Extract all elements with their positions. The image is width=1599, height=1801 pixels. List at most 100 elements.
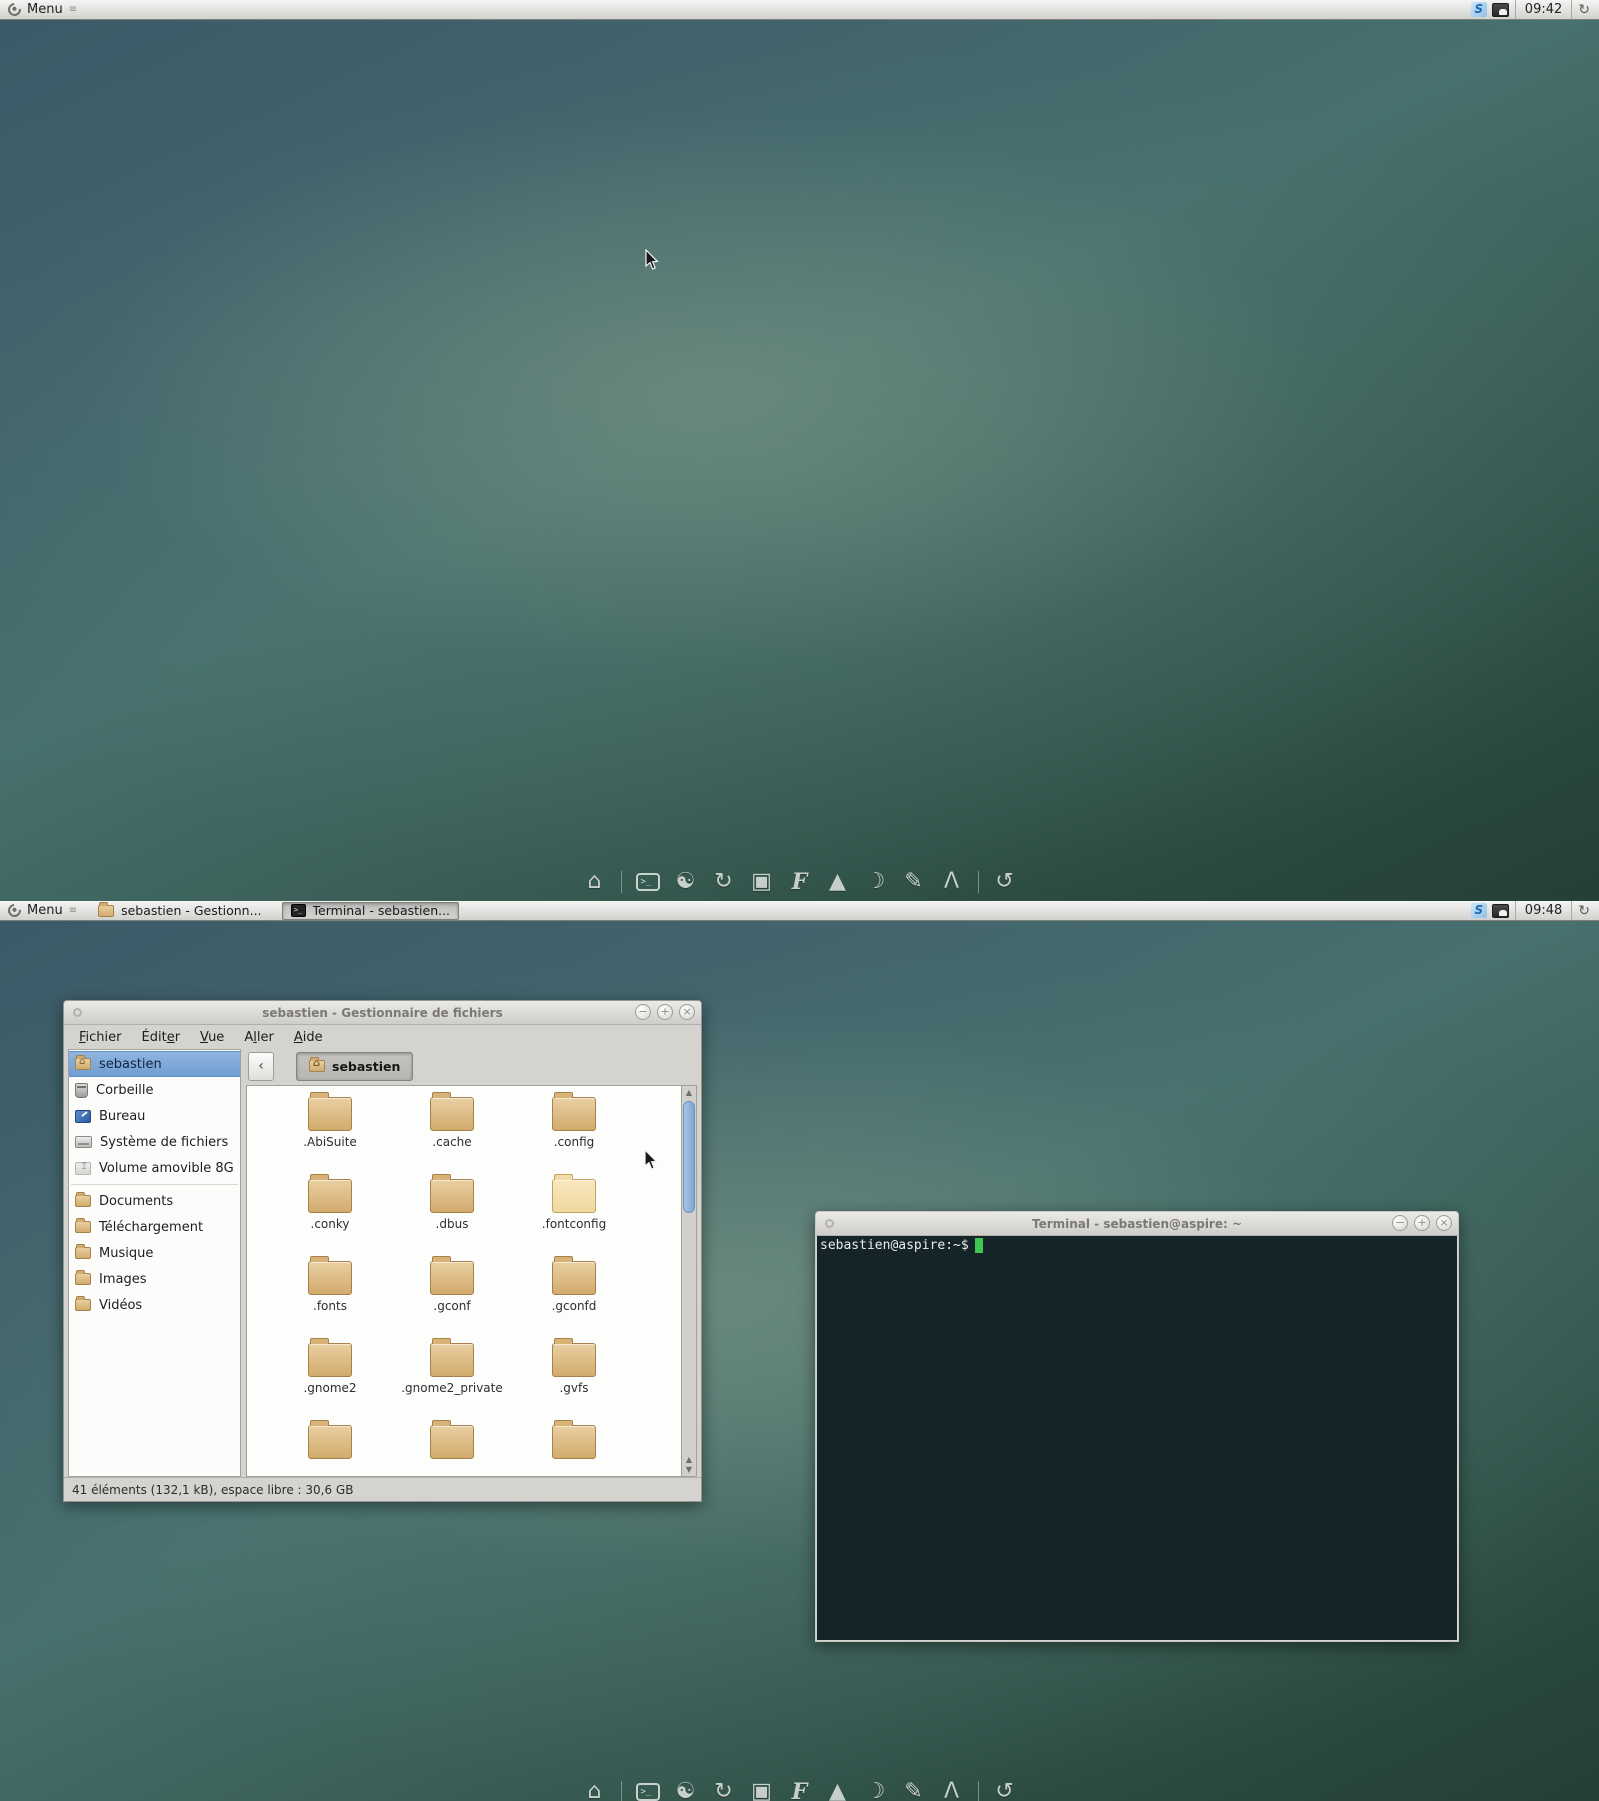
dock-web-browser-icon[interactable]: ☯ (674, 869, 698, 895)
path-button-sebastien[interactable]: sebastien (296, 1051, 414, 1081)
distro-swirl-icon (5, 0, 24, 19)
dock-image-viewer-icon[interactable]: ▣ (750, 869, 774, 895)
folder-icon (552, 1338, 596, 1377)
folder-abisuite[interactable]: .AbiSuite (269, 1086, 391, 1168)
dock-separator (620, 1781, 622, 1801)
dock-separator (977, 871, 979, 893)
dock-terminal-icon[interactable]: >_ (635, 1783, 660, 1801)
scroll-up-icon[interactable]: ▲ (682, 1088, 696, 1097)
terminal-prompt: sebastien@aspire:~$ (820, 1238, 969, 1253)
sidebar-item-volume[interactable]: Volume amovible 8G (69, 1155, 240, 1181)
folder-icon (75, 1296, 91, 1311)
folder-partial[interactable] (513, 1414, 635, 1476)
dock-f-application-icon[interactable]: F (788, 1779, 812, 1801)
folder-dbus[interactable]: .dbus (391, 1168, 513, 1250)
file-manager-toolbar: ‹ sebastien (246, 1049, 697, 1085)
menu-vue[interactable]: Vue (191, 1028, 233, 1047)
terminal-titlebar[interactable]: Terminal - sebastien@aspire: ~ − + × (816, 1212, 1458, 1236)
network-tray-icon[interactable] (1491, 2, 1509, 17)
swirl-tray-icon[interactable]: S (1470, 2, 1487, 17)
sidebar-item-sebastien[interactable]: sebastien (69, 1051, 240, 1077)
taskbar-item-file-manager[interactable]: sebastien - Gestionn... (90, 901, 269, 920)
dock-cone-player-icon[interactable]: ▲ (826, 869, 850, 895)
dock-bird-app-icon[interactable]: ☽ (864, 869, 888, 895)
terminal-body[interactable]: sebastien@aspire:~$ (817, 1236, 1457, 1640)
folder-partial[interactable] (269, 1414, 391, 1476)
dock-bird-app-icon[interactable]: ☽ (864, 1779, 888, 1801)
sidebar-item-corbeille[interactable]: Corbeille (69, 1077, 240, 1103)
dock-pen-tool-icon[interactable]: ✎ (902, 869, 926, 895)
folder-gnome2[interactable]: .gnome2 (269, 1332, 391, 1414)
folder-gconfd[interactable]: .gconfd (513, 1250, 635, 1332)
menu-aide[interactable]: Aide (285, 1028, 332, 1047)
dock-home-icon[interactable]: ⌂ (583, 1779, 607, 1801)
maximize-button[interactable]: + (1414, 1215, 1430, 1231)
taskbar: sebastien - Gestionn... >_ Terminal - se… (84, 901, 460, 920)
sidebar-item-telechargement[interactable]: Téléchargement (69, 1214, 240, 1240)
dock-refresh-icon[interactable]: ↻ (712, 1779, 736, 1801)
back-button[interactable]: ‹ (248, 1051, 274, 1081)
dock-software-update-icon[interactable]: ↺ (993, 1779, 1017, 1801)
sidebar-item-videos[interactable]: Vidéos (69, 1292, 240, 1318)
dock-pen-tool-icon[interactable]: ✎ (902, 1779, 926, 1801)
menu-editer[interactable]: Éditer (133, 1028, 190, 1047)
folder-config[interactable]: .config (513, 1086, 635, 1168)
session-refresh-icon[interactable]: ↻ (1578, 2, 1599, 18)
dock-web-browser-icon[interactable]: ☯ (674, 1779, 698, 1801)
dock-image-viewer-icon[interactable]: ▣ (750, 1779, 774, 1801)
scroll-up-icon[interactable]: ▲ (682, 1455, 696, 1464)
dock-software-update-icon[interactable]: ↺ (993, 869, 1017, 895)
folder-partial[interactable] (391, 1414, 513, 1476)
file-view[interactable]: .AbiSuite .cache .config .conky .dbus .f… (246, 1085, 697, 1477)
dock-terminal-icon[interactable]: >_ (635, 873, 660, 891)
terminal-cursor (974, 1238, 983, 1253)
folder-gconf[interactable]: .gconf (391, 1250, 513, 1332)
sidebar-item-bureau[interactable]: Bureau (69, 1103, 240, 1129)
menu-button[interactable]: Menu ≡ (0, 0, 84, 19)
folder-cache[interactable]: .cache (391, 1086, 513, 1168)
taskbar-item-terminal[interactable]: >_ Terminal - sebastien... (281, 901, 460, 920)
menu-fichier[interactable]: Fichier (70, 1028, 131, 1047)
folder-icon (75, 1244, 91, 1259)
dock-media-player-icon[interactable]: Λ (940, 869, 964, 895)
folder-gnome2-private[interactable]: .gnome2_private (391, 1332, 513, 1414)
minimize-button[interactable]: − (635, 1004, 651, 1020)
mouse-cursor (644, 1149, 658, 1170)
clock[interactable]: 09:42 (1514, 0, 1573, 19)
folder-fontconfig[interactable]: .fontconfig (513, 1168, 635, 1250)
close-button[interactable]: × (1436, 1215, 1452, 1231)
network-tray-icon[interactable] (1491, 903, 1509, 918)
folder-icon (308, 1420, 352, 1459)
dock-f-application-icon[interactable]: F (788, 869, 812, 895)
minimize-button[interactable]: − (1392, 1215, 1408, 1231)
removable-volume-icon (75, 1161, 91, 1175)
folder-icon (552, 1420, 596, 1459)
scrollbar-thumb[interactable] (683, 1101, 695, 1213)
dock-cone-player-icon[interactable]: ▲ (826, 1779, 850, 1801)
dock-media-player-icon[interactable]: Λ (940, 1779, 964, 1801)
vertical-scrollbar[interactable]: ▲ ▲ ▼ (681, 1086, 696, 1476)
menu-button[interactable]: Menu ≡ (0, 901, 84, 920)
swirl-tray-icon[interactable]: S (1470, 903, 1487, 918)
maximize-button[interactable]: + (657, 1004, 673, 1020)
dock-refresh-icon[interactable]: ↻ (712, 869, 736, 895)
sidebar-item-documents[interactable]: Documents (69, 1188, 240, 1214)
close-button[interactable]: × (679, 1004, 695, 1020)
dock-1: ⌂ >_ ☯ ↻ ▣ F ▲ ☽ ✎ Λ ↺ (0, 869, 1599, 895)
clock[interactable]: 09:48 (1514, 901, 1573, 920)
sidebar-item-images[interactable]: Images (69, 1266, 240, 1292)
window-title: sebastien - Gestionnaire de fichiers (262, 1005, 503, 1020)
folder-gvfs[interactable]: .gvfs (513, 1332, 635, 1414)
session-refresh-icon[interactable]: ↻ (1578, 903, 1599, 919)
sidebar-item-musique[interactable]: Musique (69, 1240, 240, 1266)
sidebar-item-systeme[interactable]: Système de fichiers (69, 1129, 240, 1155)
folder-icon (308, 1338, 352, 1377)
scroll-down-icon[interactable]: ▼ (682, 1465, 696, 1474)
file-manager-titlebar[interactable]: sebastien - Gestionnaire de fichiers − +… (64, 1001, 701, 1025)
dock-home-icon[interactable]: ⌂ (583, 869, 607, 895)
folder-fonts[interactable]: .fonts (269, 1250, 391, 1332)
folder-conky[interactable]: .conky (269, 1168, 391, 1250)
menu-aller[interactable]: Aller (235, 1028, 283, 1047)
screenshot-2: Menu ≡ sebastien - Gestionn... >_ Termin… (0, 901, 1599, 1801)
folder-icon (308, 1256, 352, 1295)
